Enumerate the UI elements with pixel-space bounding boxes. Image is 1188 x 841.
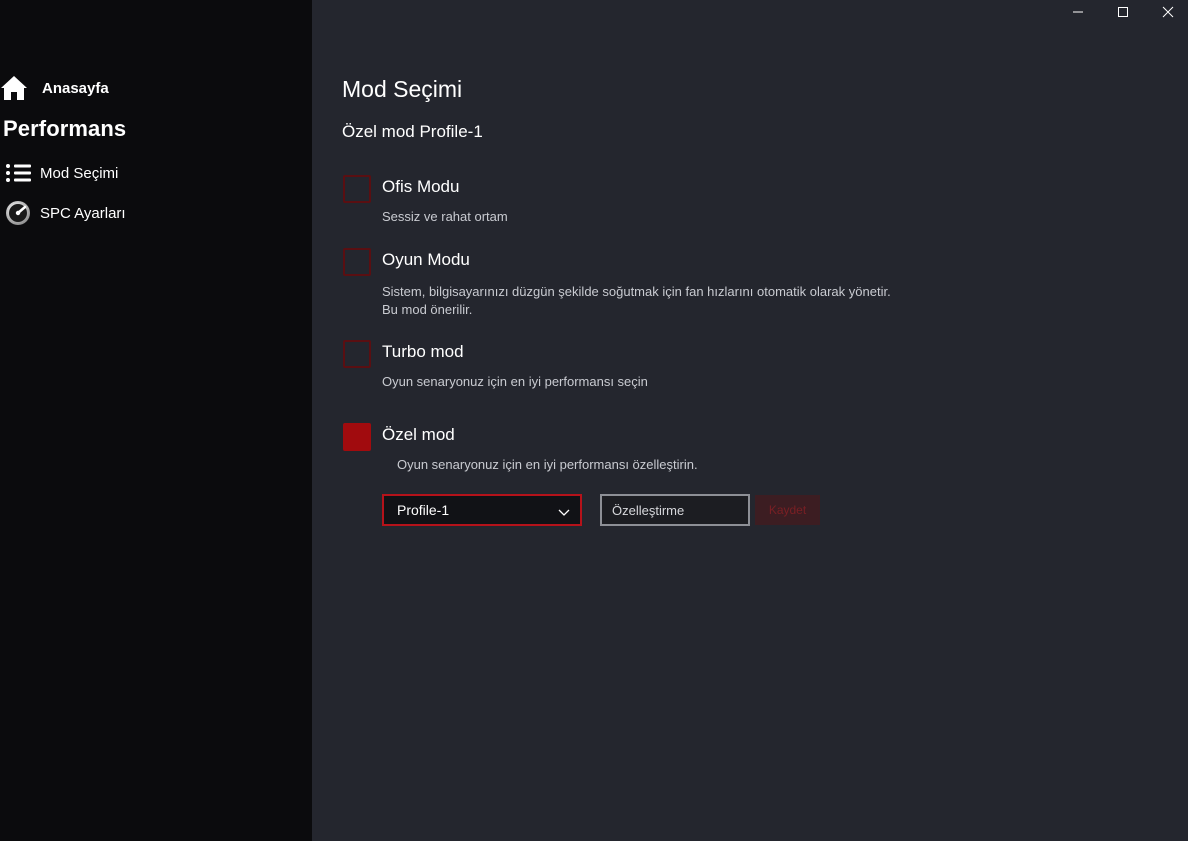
ozel-mode-checkbox[interactable] [343, 423, 371, 451]
profile-select-value: Profile-1 [397, 502, 450, 518]
sidebar-item-label: Mod Seçimi [40, 164, 119, 182]
close-icon [1162, 5, 1174, 23]
mode-description: Sessiz ve rahat ortam [382, 209, 508, 224]
chevron-down-icon [558, 505, 570, 516]
maximize-button[interactable] [1101, 2, 1145, 26]
mode-description: Oyun senaryonuz için en iyi performansı … [382, 374, 648, 389]
mode-description-line1: Sistem, bilgisayarınızı düzgün şekilde s… [382, 284, 891, 299]
nav-home-label: Anasayfa [42, 79, 109, 97]
home-icon [0, 74, 28, 102]
oyun-mode-checkbox[interactable] [343, 248, 371, 276]
ofis-mode-checkbox[interactable] [343, 175, 371, 203]
mode-title: Özel mod [382, 425, 455, 444]
list-icon [4, 161, 32, 185]
minimize-button[interactable] [1056, 2, 1100, 26]
mode-description-line2: Bu mod önerilir. [382, 302, 473, 317]
sidebar: Anasayfa Performans Mod Seçimi SPC Ayarl… [0, 0, 312, 841]
close-button[interactable] [1146, 2, 1188, 26]
gauge-icon [4, 201, 32, 225]
sidebar-item-spc-ayarlari[interactable]: SPC Ayarları [4, 201, 126, 225]
turbo-mode-checkbox[interactable] [343, 340, 371, 368]
nav-home[interactable]: Anasayfa [0, 74, 109, 102]
profile-select[interactable]: Profile-1 [382, 494, 582, 526]
app-window: Anasayfa Performans Mod Seçimi SPC Ayarl… [0, 0, 1188, 841]
maximize-icon [1117, 5, 1129, 23]
save-button[interactable]: Kaydet [755, 495, 820, 525]
mode-title: Oyun Modu [382, 250, 470, 269]
customization-name-input[interactable] [600, 494, 750, 526]
mode-title: Ofis Modu [382, 177, 460, 196]
sidebar-item-label: SPC Ayarları [40, 204, 126, 222]
mode-description: Sistem, bilgisayarınızı düzgün şekilde s… [382, 283, 891, 319]
page-title: Mod Seçimi [342, 76, 463, 102]
section-title: Performans [3, 116, 127, 141]
mode-title: Turbo mod [382, 342, 464, 361]
minimize-icon [1072, 5, 1084, 23]
mode-description: Oyun senaryonuz için en iyi performansı … [397, 457, 698, 472]
sidebar-item-mod-secimi[interactable]: Mod Seçimi [4, 161, 118, 185]
current-mode-subtitle: Özel mod Profile-1 [342, 122, 483, 141]
